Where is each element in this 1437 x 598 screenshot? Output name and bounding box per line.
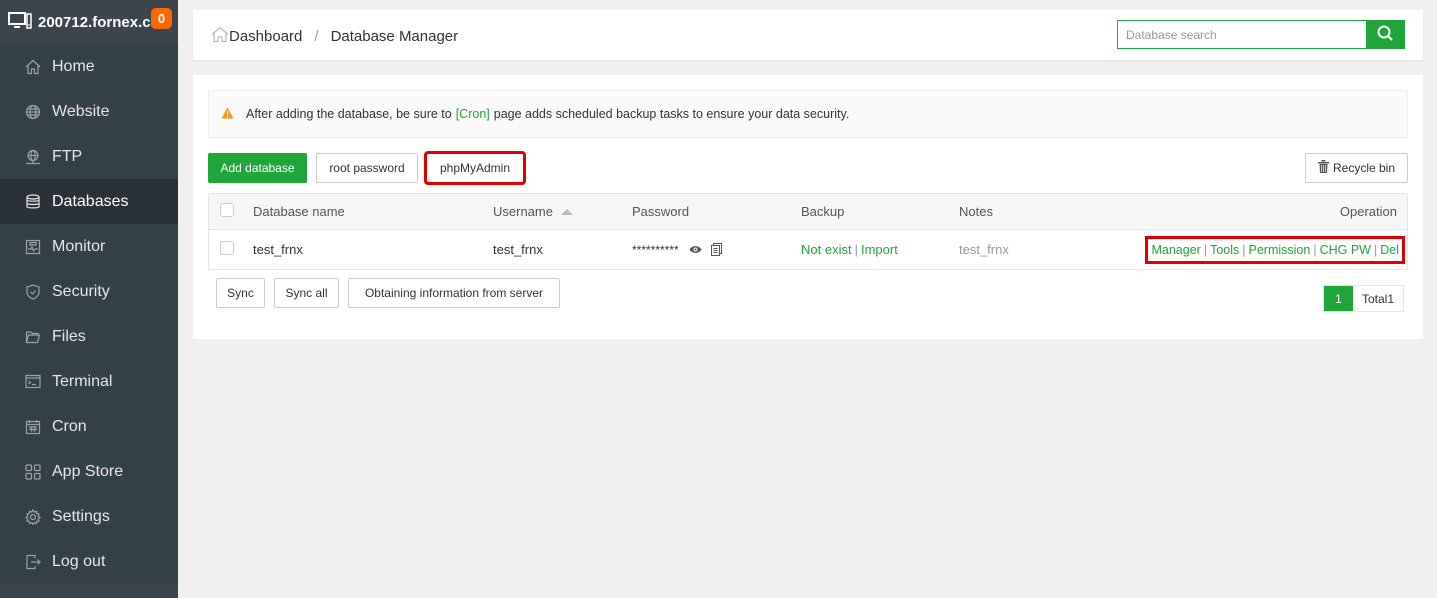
logout-icon (25, 554, 41, 570)
sidebar-item-label: Log out (52, 552, 106, 570)
sidebar-item-settings[interactable]: Settings (0, 494, 178, 539)
sidebar-item-label: Cron (52, 417, 87, 435)
monitor-icon (25, 239, 41, 255)
pagination: 1 Total1 (1323, 285, 1405, 312)
sidebar-item-label: Monitor (52, 237, 106, 255)
column-username[interactable]: Username (493, 204, 573, 219)
sidebar-item-home[interactable]: Home (0, 44, 178, 89)
notification-badge[interactable]: 0 (151, 8, 172, 29)
phpmyadmin-button[interactable]: phpMyAdmin (424, 151, 526, 185)
sidebar-item-label: Website (52, 102, 110, 120)
home-icon (25, 59, 41, 75)
trash-icon (1317, 160, 1329, 176)
database-icon (25, 193, 41, 210)
sidebar-item-label: App Store (52, 462, 124, 480)
cell-password: ********** (632, 243, 722, 257)
sidebar-item-label: Settings (52, 507, 110, 525)
page-header: Dashboard / Database Manager (193, 10, 1423, 60)
sync-button[interactable]: Sync (216, 278, 265, 308)
add-database-button[interactable]: Add database (208, 153, 307, 183)
database-search (1117, 20, 1405, 49)
search-icon (1377, 25, 1393, 44)
column-backup: Backup (801, 204, 845, 219)
sidebar-item-logout[interactable]: Log out (0, 539, 178, 584)
server-hostname: 200712.fornex.cloud (38, 13, 154, 31)
page-1-button[interactable]: 1 (1324, 286, 1353, 311)
sidebar-item-label: FTP (52, 147, 83, 165)
sidebar-item-label: Databases (52, 192, 129, 210)
row-checkbox[interactable] (220, 241, 234, 258)
alert-text-after: page adds scheduled backup tasks to ensu… (493, 107, 850, 121)
warning-icon (221, 107, 234, 122)
sidebar-item-databases[interactable]: Databases (0, 179, 178, 224)
database-panel: After adding the database, be sure to [C… (193, 75, 1423, 339)
root-password-button[interactable]: root password (316, 153, 418, 183)
sidebar-item-files[interactable]: Files (0, 314, 178, 359)
select-all-checkbox[interactable] (220, 203, 234, 220)
total-count: Total1 (1353, 286, 1404, 311)
sidebar-header: 200712.fornex.cloud 0 (0, 0, 178, 44)
tools-link[interactable]: Tools (1210, 243, 1239, 257)
sidebar-footer (0, 584, 178, 598)
sidebar-item-label: Home (52, 57, 95, 75)
database-search-input[interactable] (1118, 21, 1366, 48)
sidebar: 200712.fornex.cloud 0 Home Website FTP D… (0, 0, 178, 598)
recycle-bin-label: Recycle bin (1332, 161, 1396, 175)
sidebar-item-monitor[interactable]: Monitor (0, 224, 178, 269)
backup-status-link[interactable]: Not exist (801, 242, 852, 257)
column-username-label: Username (493, 204, 553, 219)
ftp-icon (25, 149, 41, 165)
column-database-name[interactable]: Database name (253, 204, 345, 219)
sidebar-item-label: Files (52, 327, 86, 345)
sidebar-item-terminal[interactable]: Terminal (0, 359, 178, 404)
manager-link[interactable]: Manager (1151, 243, 1200, 257)
alert-text-before: After adding the database, be sure to (246, 107, 452, 121)
home-icon[interactable] (211, 26, 229, 47)
globe-icon (25, 104, 41, 120)
sidebar-item-label: Security (52, 282, 110, 300)
breadcrumb-current: Database Manager (330, 28, 459, 45)
breadcrumb-separator: / (314, 28, 319, 45)
cell-notes[interactable]: test_frnx (959, 242, 1009, 257)
change-password-link[interactable]: CHG PW (1320, 243, 1371, 257)
folder-icon (25, 329, 41, 345)
shield-icon (25, 283, 41, 300)
column-operation: Operation (1339, 204, 1397, 219)
breadcrumb-dashboard[interactable]: Dashboard (229, 28, 302, 45)
cell-username: test_frnx (493, 242, 543, 257)
column-notes: Notes (959, 204, 993, 219)
sidebar-item-app-store[interactable]: App Store (0, 449, 178, 494)
sidebar-item-website[interactable]: Website (0, 89, 178, 134)
recycle-bin-button[interactable]: Recycle bin (1305, 153, 1408, 183)
breadcrumb: Dashboard / Database Manager (211, 26, 458, 47)
sync-all-button[interactable]: Sync all (274, 278, 339, 308)
row-operations: Manager | Tools | Permission | CHG PW | Del (1145, 235, 1405, 264)
gear-icon (25, 508, 41, 525)
permission-link[interactable]: Permission (1249, 243, 1311, 257)
server-monitor-icon (8, 11, 32, 33)
cell-backup: Not exist | Import (801, 242, 898, 257)
password-mask: ********** (632, 242, 679, 257)
sidebar-item-security[interactable]: Security (0, 269, 178, 314)
sidebar-item-label: Terminal (52, 372, 113, 390)
search-button[interactable] (1366, 21, 1404, 48)
grid-icon (25, 463, 41, 480)
sidebar-item-cron[interactable]: Cron (0, 404, 178, 449)
table-row: test_frnx test_frnx ********** Not exist… (209, 230, 1407, 269)
table-header-row: Database name Username Password Backup N… (209, 194, 1407, 230)
obtain-from-server-button[interactable]: Obtaining information from server (348, 278, 560, 308)
sort-ascending-icon (560, 208, 573, 215)
delete-link[interactable]: Del (1380, 243, 1399, 257)
calendar-icon (25, 419, 41, 435)
copy-password-icon[interactable] (710, 243, 722, 256)
backup-tip-alert: After adding the database, be sure to [C… (208, 90, 1408, 138)
cron-link[interactable]: [Cron] (456, 107, 490, 121)
show-password-icon[interactable] (689, 245, 702, 254)
column-password: Password (632, 204, 690, 219)
database-table: Database name Username Password Backup N… (208, 193, 1408, 270)
import-link[interactable]: Import (861, 242, 898, 257)
terminal-icon (25, 374, 41, 390)
sidebar-item-ftp[interactable]: FTP (0, 134, 178, 179)
cell-database-name: test_frnx (253, 242, 303, 257)
